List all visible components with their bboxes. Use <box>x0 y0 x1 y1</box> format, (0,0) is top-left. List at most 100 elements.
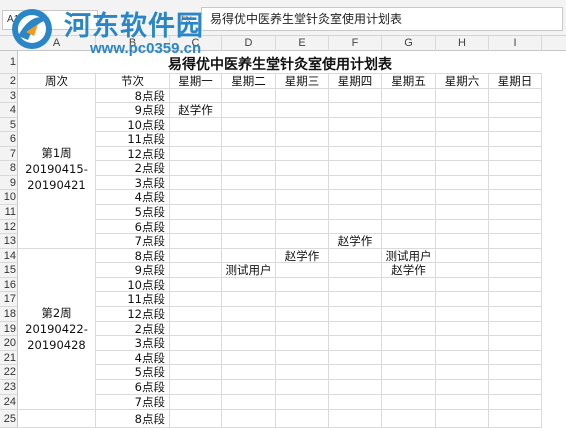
header-cell[interactable]: 星期五 <box>382 74 436 89</box>
period-cell[interactable]: 10点段 <box>96 118 170 132</box>
sheet-grid[interactable]: 易得优中医养生堂针灸室使用计划表 周次 节次 星期一 星期二 星期三 星期四 星期五 星期六星… <box>18 51 566 428</box>
cell-f5[interactable] <box>329 118 382 132</box>
row-header-15[interactable]: 15 <box>0 263 18 278</box>
cell-g3[interactable] <box>382 89 436 103</box>
row-header-18[interactable]: 18 <box>0 307 18 322</box>
cell-d24[interactable] <box>222 395 276 410</box>
cell-f15[interactable] <box>329 263 382 278</box>
cell-h19[interactable] <box>436 322 489 336</box>
cell-f8[interactable] <box>329 161 382 176</box>
header-cell[interactable]: 节次 <box>96 74 170 89</box>
cell-c18[interactable] <box>170 307 222 322</box>
cell-e8[interactable] <box>276 161 329 176</box>
cell-c11[interactable] <box>170 205 222 220</box>
row-header-10[interactable]: 10 <box>0 190 18 205</box>
column-header-i[interactable]: I <box>489 36 542 51</box>
cell-f9[interactable] <box>329 176 382 190</box>
row-header-4[interactable]: 4 <box>0 103 18 118</box>
cell-i21[interactable] <box>489 351 542 365</box>
cell-d3[interactable] <box>222 89 276 103</box>
schedule-entry[interactable]: 测试用户 <box>222 263 276 278</box>
cell-g10[interactable] <box>382 190 436 205</box>
column-header-c[interactable]: C <box>170 36 222 51</box>
cell-f17[interactable] <box>329 292 382 307</box>
cell-d12[interactable] <box>222 220 276 234</box>
header-cell[interactable]: 星期六 <box>436 74 489 89</box>
column-header-d[interactable]: D <box>222 36 276 51</box>
cell-a25[interactable] <box>18 410 96 428</box>
cell-e15[interactable] <box>276 263 329 278</box>
cell-i18[interactable] <box>489 307 542 322</box>
period-cell[interactable]: 12点段 <box>96 307 170 322</box>
schedule-entry[interactable]: 赵学作 <box>276 249 329 263</box>
cell-h4[interactable] <box>436 103 489 118</box>
cell-h15[interactable] <box>436 263 489 278</box>
period-cell[interactable]: 6点段 <box>96 220 170 234</box>
cell-i10[interactable] <box>489 190 542 205</box>
cell-c16[interactable] <box>170 278 222 292</box>
cell-e23[interactable] <box>276 380 329 395</box>
cell-f16[interactable] <box>329 278 382 292</box>
cell-d20[interactable] <box>222 336 276 351</box>
cell-i22[interactable] <box>489 365 542 380</box>
cell-h23[interactable] <box>436 380 489 395</box>
column-header-e[interactable]: E <box>276 36 329 51</box>
function-icon[interactable]: fx <box>175 10 197 30</box>
cell-h13[interactable] <box>436 234 489 249</box>
cell-i8[interactable] <box>489 161 542 176</box>
cell-c15[interactable] <box>170 263 222 278</box>
cell-e5[interactable] <box>276 118 329 132</box>
period-cell[interactable]: 8点段 <box>96 89 170 103</box>
cell-e17[interactable] <box>276 292 329 307</box>
row-header-16[interactable]: 16 <box>0 278 18 292</box>
cell-e11[interactable] <box>276 205 329 220</box>
row-header-12[interactable]: 12 <box>0 220 18 234</box>
cell-g18[interactable] <box>382 307 436 322</box>
row-header-11[interactable]: 11 <box>0 205 18 220</box>
cell-d11[interactable] <box>222 205 276 220</box>
cell-h7[interactable] <box>436 147 489 161</box>
cell-g9[interactable] <box>382 176 436 190</box>
cell-d21[interactable] <box>222 351 276 365</box>
cell-c5[interactable] <box>170 118 222 132</box>
cell-h14[interactable] <box>436 249 489 263</box>
cell-d8[interactable] <box>222 161 276 176</box>
cell-e12[interactable] <box>276 220 329 234</box>
cell-d7[interactable] <box>222 147 276 161</box>
cell-d17[interactable] <box>222 292 276 307</box>
row-header-19[interactable]: 19 <box>0 322 18 336</box>
column-header-a[interactable]: A <box>18 36 96 51</box>
name-box[interactable]: A1 <box>2 10 98 30</box>
row-header-22[interactable]: 22 <box>0 365 18 380</box>
cell-g25[interactable] <box>382 410 436 428</box>
cell-f3[interactable] <box>329 89 382 103</box>
cell-g20[interactable] <box>382 336 436 351</box>
cell-e22[interactable] <box>276 365 329 380</box>
week-cell[interactable]: 第2周 20190422- 20190428 <box>18 249 96 410</box>
cell-g17[interactable] <box>382 292 436 307</box>
cell-h21[interactable] <box>436 351 489 365</box>
row-header-25[interactable]: 25 <box>0 410 18 428</box>
row-header-13[interactable]: 13 <box>0 234 18 249</box>
cell-e21[interactable] <box>276 351 329 365</box>
cell-f19[interactable] <box>329 322 382 336</box>
cell-i16[interactable] <box>489 278 542 292</box>
column-header-g[interactable]: G <box>382 36 436 51</box>
cell-c8[interactable] <box>170 161 222 176</box>
row-header-1[interactable]: 1 <box>0 51 18 74</box>
column-header-h[interactable]: H <box>436 36 489 51</box>
period-cell[interactable]: 6点段 <box>96 380 170 395</box>
row-header-21[interactable]: 21 <box>0 351 18 365</box>
cell-d5[interactable] <box>222 118 276 132</box>
cell-d9[interactable] <box>222 176 276 190</box>
cell-d22[interactable] <box>222 365 276 380</box>
cell-f7[interactable] <box>329 147 382 161</box>
cell-h12[interactable] <box>436 220 489 234</box>
period-cell[interactable]: 10点段 <box>96 278 170 292</box>
period-cell[interactable]: 7点段 <box>96 395 170 410</box>
cell-f6[interactable] <box>329 132 382 147</box>
cell-e9[interactable] <box>276 176 329 190</box>
cell-c24[interactable] <box>170 395 222 410</box>
cell-c13[interactable] <box>170 234 222 249</box>
cell-i20[interactable] <box>489 336 542 351</box>
